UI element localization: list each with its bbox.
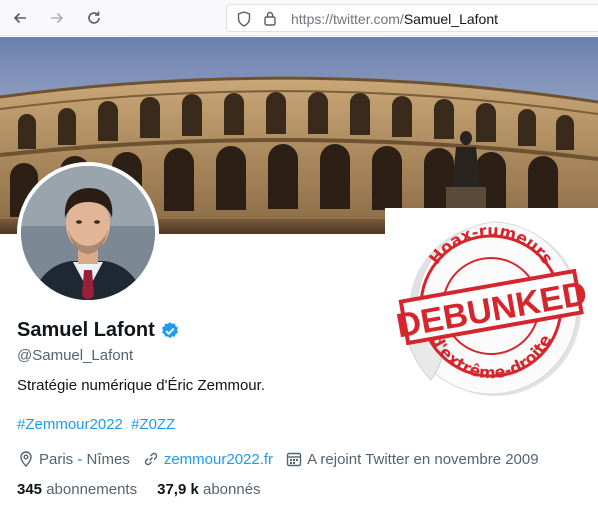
location-text: Paris - Nîmes [39,450,130,468]
reload-icon [88,11,100,24]
hashtag-link[interactable]: #Zemmour2022 [17,416,123,433]
bio-hashtags: #Zemmour2022 #Z0ZZ [17,416,179,433]
debunked-stamp-image: Hoax-rumeurs d'extrême-droite DEBUNKED [394,221,590,396]
website-link[interactable]: zemmour2022.fr [164,451,273,468]
followers-link[interactable]: 37,9 k abonnés [157,481,260,498]
location-pin-icon [20,451,32,467]
follow-stats: 345 abonnements 37,9 k abonnés [17,481,261,498]
profile-name-text: Samuel Lafont [17,319,155,341]
reload-button[interactable] [84,8,104,28]
browser-toolbar: https://twitter.com/Samuel_Lafont [0,0,598,36]
url-prefix: https://twitter.com/ [291,11,404,27]
joined-text: A rejoint Twitter en novembre 2009 [307,450,539,468]
joined-item: A rejoint Twitter en novembre 2009 [285,450,539,468]
following-count: 345 [17,481,43,498]
hashtag-link[interactable]: #Z0ZZ [131,416,175,433]
verified-badge-icon[interactable] [160,321,180,341]
avatar-photo [21,166,155,300]
link-icon [144,452,158,466]
url-path: Samuel_Lafont [403,11,499,27]
profile-bio: Stratégie numérique d'Éric Zemmour. [17,377,265,394]
address-bar[interactable]: https://twitter.com/Samuel_Lafont [226,4,598,32]
followers-label: abonnés [203,481,261,498]
profile-name: Samuel Lafont [17,319,180,342]
back-button[interactable] [10,8,30,28]
followers-count: 37,9 k [157,481,199,498]
website-item[interactable]: zemmour2022.fr [142,450,273,468]
arrow-left-icon [13,12,26,24]
calendar-icon [286,452,302,467]
profile-meta: Paris - Nîmes zemmour2022.fr A rejoint T… [17,449,551,469]
following-link[interactable]: 345 abonnements [17,481,137,498]
profile-handle: @Samuel_Lafont [17,347,134,364]
url-text: https://twitter.com/Samuel_Lafont [291,11,498,27]
arrow-right-icon [51,12,64,24]
debunked-sticker: Hoax-rumeurs d'extrême-droite DEBUNKED [385,208,598,404]
shield-icon[interactable] [237,11,251,27]
forward-button[interactable] [47,8,67,28]
profile-avatar[interactable] [17,162,159,304]
location-item: Paris - Nîmes [17,450,130,468]
lock-icon[interactable] [263,10,277,26]
following-label: abonnements [46,481,138,498]
